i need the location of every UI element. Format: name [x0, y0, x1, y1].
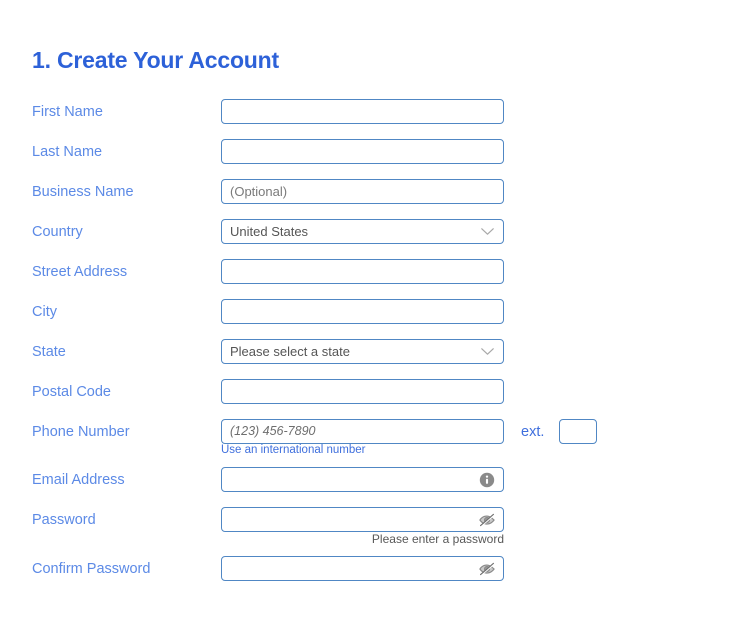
label-first-name: First Name [32, 104, 103, 120]
form-row-first-name: First Name [0, 95, 747, 135]
form-row-email-address: Email Address [0, 463, 747, 503]
input-postal-code[interactable] [221, 379, 504, 404]
input-street-address[interactable] [221, 259, 504, 284]
input-first-name[interactable] [221, 99, 504, 124]
helper-note-password: Please enter a password [371, 532, 504, 546]
form-row-postal-code: Postal Code [0, 375, 747, 415]
input-phone-number[interactable]: (123) 456-7890 [221, 419, 504, 444]
label-state: State [32, 344, 66, 360]
form-row-country: Country United States [0, 215, 747, 255]
form-row-password: Password Please enter a password [0, 503, 747, 552]
label-country: Country [32, 224, 83, 240]
form-row-confirm-password: Confirm Password [0, 552, 747, 592]
form-row-business-name: Business Name (Optional) [0, 175, 747, 215]
form-row-city: City [0, 295, 747, 335]
eye-slash-icon[interactable] [478, 511, 496, 529]
create-account-form: First Name Last Name Business Name (Optiona… [0, 95, 747, 592]
chevron-down-icon [481, 228, 494, 235]
page-title: 1. Create Your Account [32, 47, 279, 74]
eye-slash-icon[interactable] [478, 560, 496, 578]
label-email-address: Email Address [32, 472, 125, 488]
info-icon[interactable] [478, 471, 496, 489]
label-city: City [32, 304, 57, 320]
select-country[interactable]: United States [221, 219, 504, 244]
label-last-name: Last Name [32, 144, 103, 160]
label-postal-code: Postal Code [32, 384, 111, 400]
input-business-name[interactable]: (Optional) [221, 179, 504, 204]
placeholder-phone-number: (123) 456-7890 [230, 424, 316, 438]
form-row-last-name: Last Name [0, 135, 747, 175]
link-international-number[interactable]: Use an international number [221, 444, 365, 456]
form-row-street-address: Street Address [0, 255, 747, 295]
select-value-country: United States [230, 224, 309, 239]
chevron-down-icon [481, 348, 494, 355]
input-password[interactable] [221, 507, 504, 532]
select-state[interactable]: Please select a state [221, 339, 504, 364]
form-row-state: State Please select a state [0, 335, 747, 375]
input-email-address[interactable] [221, 467, 504, 492]
input-city[interactable] [221, 299, 504, 324]
label-business-name: Business Name [32, 184, 134, 200]
input-phone-extension[interactable] [559, 419, 597, 444]
form-row-phone-number: Phone Number (123) 456-7890 ext. Use an int… [0, 415, 747, 463]
input-last-name[interactable] [221, 139, 504, 164]
label-password: Password [32, 512, 96, 528]
label-confirm-password: Confirm Password [32, 561, 151, 577]
ext-label: ext. [521, 424, 545, 440]
select-value-state: Please select a state [230, 344, 350, 359]
label-phone-number: Phone Number [32, 424, 130, 440]
placeholder-business-name: (Optional) [230, 184, 288, 199]
label-street-address: Street Address [32, 264, 128, 280]
input-confirm-password[interactable] [221, 556, 504, 581]
